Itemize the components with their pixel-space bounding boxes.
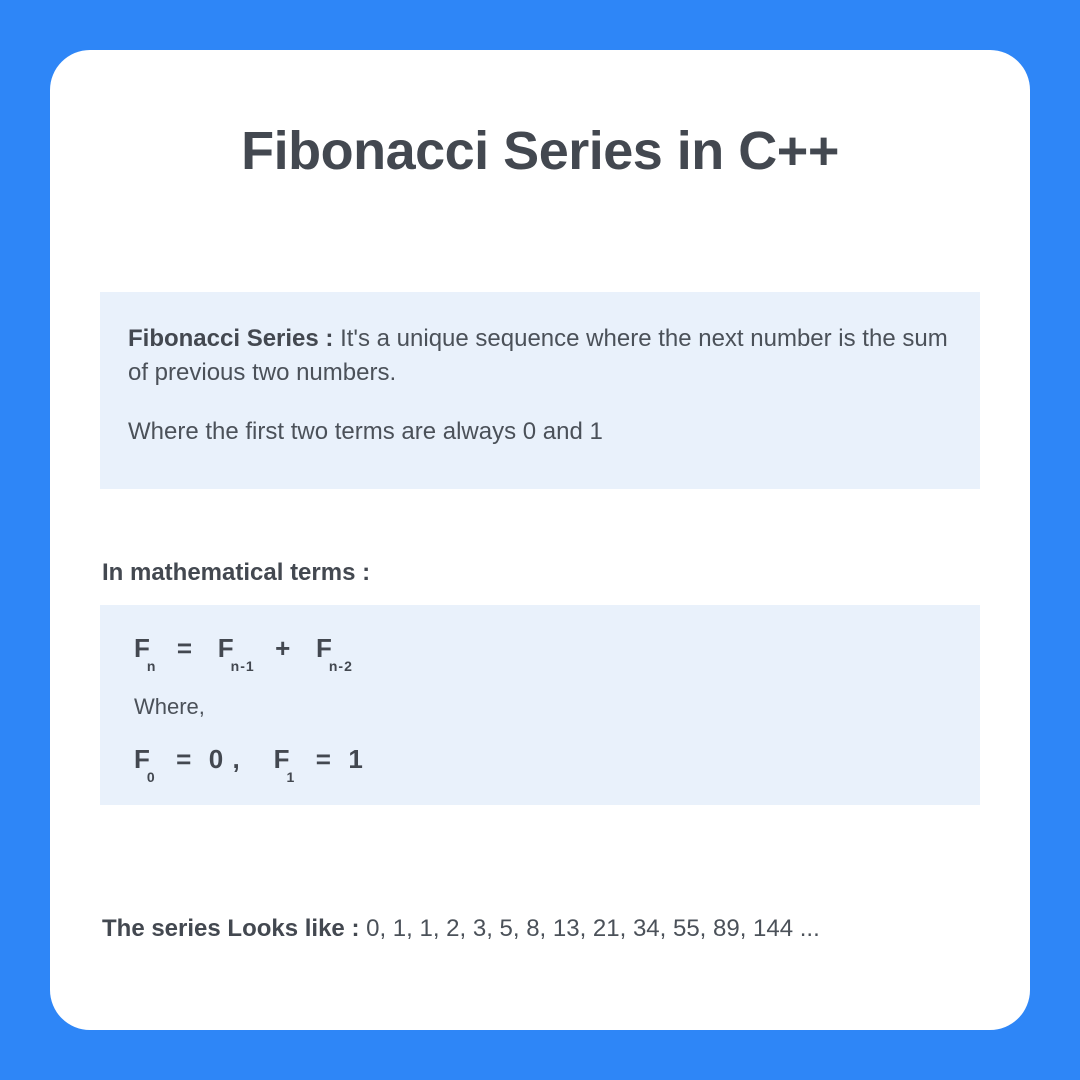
definition-term: Fibonacci Series : — [128, 325, 333, 352]
series-line: The series Looks like : 0, 1, 1, 2, 3, 5… — [102, 915, 980, 943]
formula-box: Fn = Fn-1 + Fn-2 Where, F0 = 0 , F1 = 1 — [100, 605, 980, 805]
value-zero: 0 , — [209, 744, 241, 774]
sub-n-1: n-1 — [231, 658, 255, 674]
equals: = — [177, 633, 193, 663]
series-values: 0, 1, 1, 2, 3, 5, 8, 13, 21, 34, 55, 89,… — [359, 915, 819, 942]
formula-initial: F0 = 0 , F1 = 1 — [134, 744, 946, 777]
where-label: Where, — [134, 694, 946, 720]
formula-recurrence: Fn = Fn-1 + Fn-2 — [134, 633, 946, 666]
equals: = — [316, 744, 332, 774]
sub-n-2: n-2 — [329, 658, 353, 674]
plus: + — [275, 633, 291, 663]
equals: = — [176, 744, 192, 774]
sub-n: n — [147, 658, 157, 674]
sub-0: 0 — [147, 769, 156, 785]
value-one: 1 — [348, 744, 363, 774]
definition-paragraph: Fibonacci Series : It's a unique sequenc… — [128, 322, 952, 389]
definition-subtext: Where the first two terms are always 0 a… — [128, 415, 952, 449]
content-card: Fibonacci Series in C++ Fibonacci Series… — [50, 50, 1030, 1030]
series-label: The series Looks like : — [102, 915, 359, 942]
page-title: Fibonacci Series in C++ — [100, 120, 980, 182]
definition-box: Fibonacci Series : It's a unique sequenc… — [100, 292, 980, 489]
math-heading: In mathematical terms : — [102, 559, 980, 587]
sub-1: 1 — [287, 769, 296, 785]
